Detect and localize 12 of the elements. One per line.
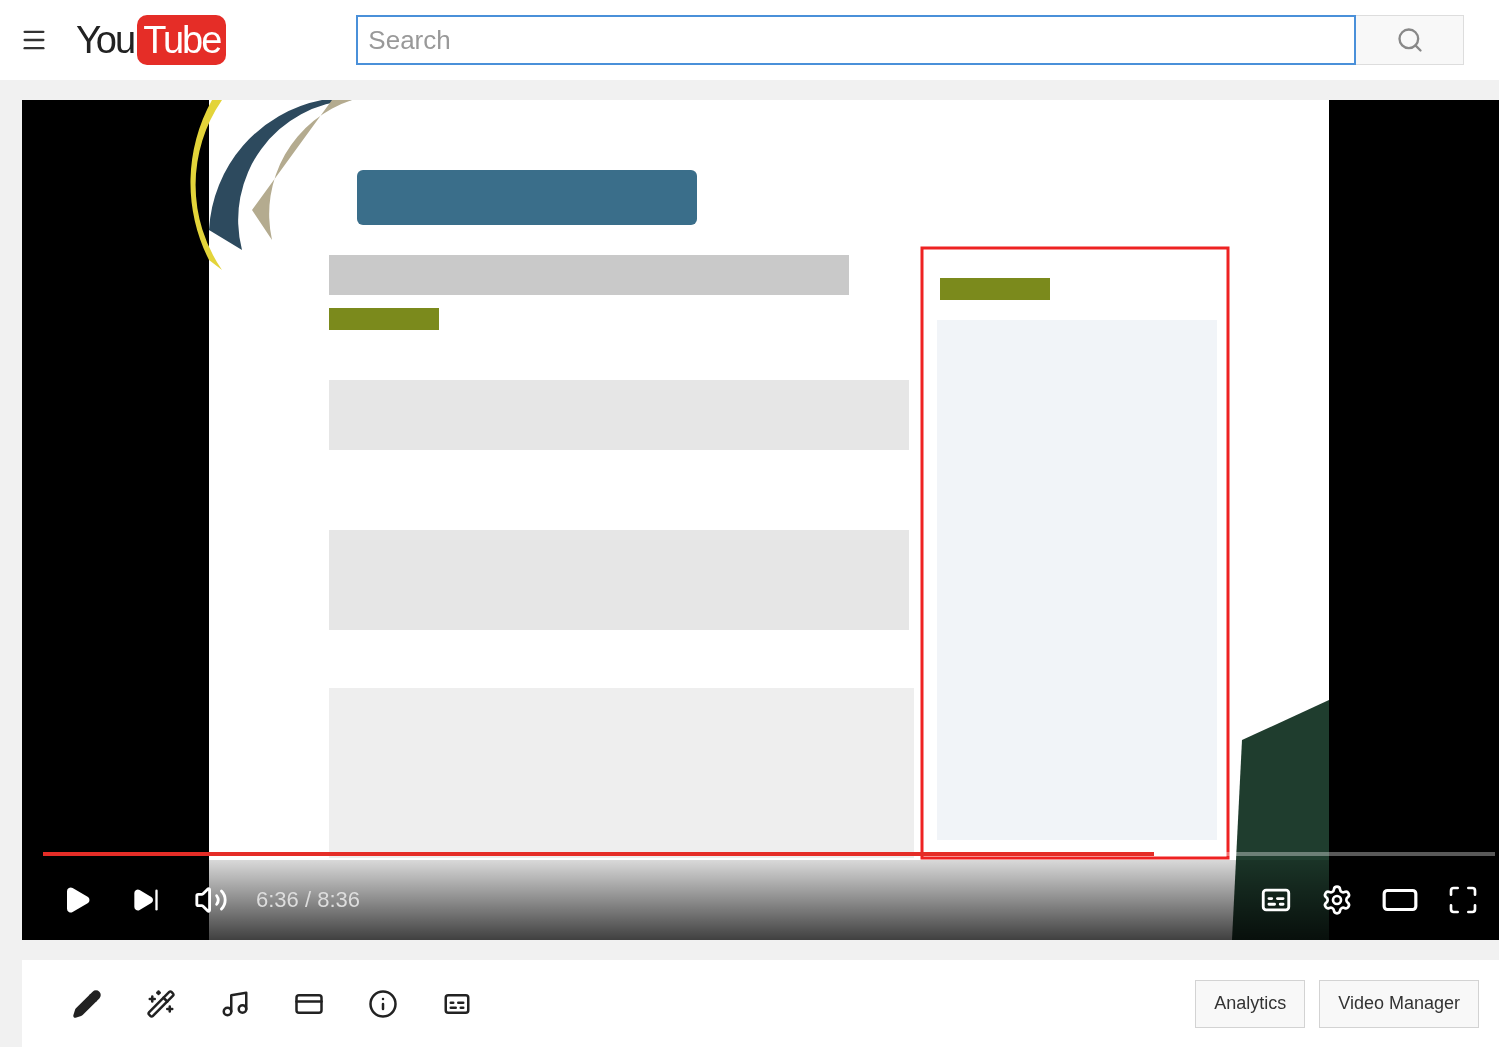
pencil-icon[interactable]: [72, 988, 102, 1019]
magic-wand-icon[interactable]: [146, 988, 176, 1019]
search-button[interactable]: [1356, 15, 1465, 65]
settings-icon[interactable]: [1321, 884, 1353, 916]
search-icon: [1395, 26, 1424, 54]
info-icon[interactable]: [368, 988, 398, 1019]
time-display: 6:36 / 8:36: [256, 887, 360, 913]
progress-bar[interactable]: [43, 852, 1495, 856]
search-field[interactable]: Search: [356, 15, 1357, 65]
fullscreen-icon[interactable]: [1447, 884, 1479, 916]
toolbar-button[interactable]: Video Manager: [1319, 979, 1479, 1028]
toolbar-button[interactable]: Analytics: [1195, 979, 1306, 1028]
